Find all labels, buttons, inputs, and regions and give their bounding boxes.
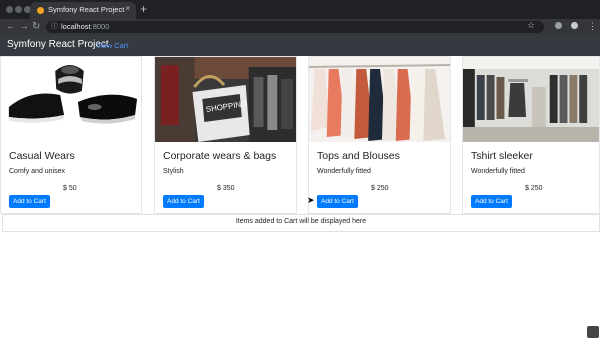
product-description: Comfy and unisex <box>9 168 66 175</box>
forward-icon[interactable]: → <box>19 20 29 34</box>
add-to-cart-button[interactable]: Add to Cart <box>9 195 50 208</box>
cart-panel: Items added to Cart will be displayed he… <box>2 214 600 232</box>
product-price: $ 250 <box>525 185 543 192</box>
browser-tab-bar: Symfony React Project × + <box>0 0 600 19</box>
product-card: Casual Wears Comfy and unisex $ 50 Add t… <box>0 56 142 214</box>
product-price: $ 350 <box>217 185 235 192</box>
new-tab-button[interactable]: + <box>140 2 147 16</box>
mouse-cursor-icon: ➤ <box>307 195 315 205</box>
add-to-cart-button[interactable]: Add to Cart <box>163 195 204 208</box>
back-icon[interactable]: ← <box>6 20 16 34</box>
browser-tab[interactable]: Symfony React Project × <box>30 2 136 19</box>
product-title: Tops and Blouses <box>317 150 400 162</box>
address-bar[interactable]: ⓘ localhost:8000 <box>46 21 544 33</box>
window-minimize-control[interactable] <box>15 6 22 13</box>
browser-menu-icon[interactable]: ⋮ <box>588 19 597 34</box>
favicon-icon <box>37 7 44 14</box>
product-description: Wonderfully fitted <box>317 168 371 175</box>
address-url[interactable]: localhost:8000 <box>61 22 109 32</box>
tab-close-icon[interactable]: × <box>125 4 130 13</box>
product-title: Corporate wears & bags <box>163 150 277 162</box>
add-to-cart-button[interactable]: Add to Cart <box>471 195 512 208</box>
product-image <box>309 57 450 142</box>
product-image <box>1 57 141 142</box>
product-card: Tops and Blouses Wonderfully fitted $ 25… <box>308 56 451 214</box>
product-image: SHOPPING <box>155 57 296 142</box>
product-title: Tshirt sleeker <box>471 150 533 162</box>
browser-toolbar: ← → ↻ ⓘ localhost:8000 ☆ ⋮ <box>0 19 600 35</box>
app-navbar: Symfony React Project View Cart <box>0 35 600 56</box>
overlay-badge-icon <box>587 326 599 338</box>
add-to-cart-button[interactable]: Add to Cart <box>317 195 358 208</box>
info-icon[interactable]: ⓘ <box>51 22 58 32</box>
product-image <box>463 57 599 142</box>
reload-icon[interactable]: ↻ <box>32 20 40 34</box>
navbar-brand[interactable]: Symfony React Project <box>7 39 109 50</box>
product-description: Stylish <box>163 168 184 175</box>
cart-empty-message: Items added to Cart will be displayed he… <box>235 218 367 225</box>
view-cart-link[interactable]: View Cart <box>96 41 128 50</box>
product-price: $ 250 <box>371 185 389 192</box>
extension-icon[interactable] <box>555 22 562 29</box>
product-price: $ 50 <box>63 185 77 192</box>
product-list: Casual Wears Comfy and unisex $ 50 Add t… <box>0 56 600 214</box>
product-title: Casual Wears <box>9 150 75 162</box>
product-description: Wonderfully fitted <box>471 168 525 175</box>
product-card: Tshirt sleeker Wonderfully fitted $ 250 … <box>462 56 600 214</box>
window-close-control[interactable] <box>6 6 13 13</box>
tab-title: Symfony React Project <box>48 5 125 14</box>
product-card: SHOPPING Corporate wears & bags Stylish … <box>154 56 297 214</box>
bookmark-star-icon[interactable]: ☆ <box>527 19 535 31</box>
profile-icon[interactable] <box>571 22 578 29</box>
